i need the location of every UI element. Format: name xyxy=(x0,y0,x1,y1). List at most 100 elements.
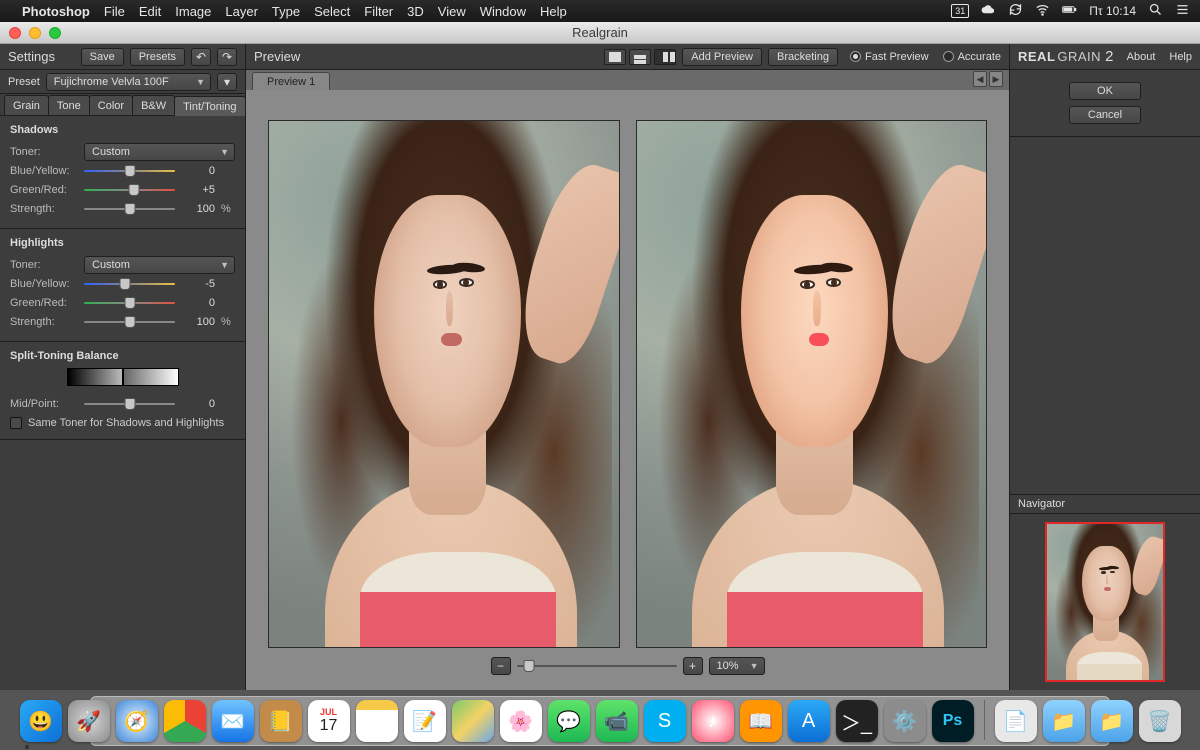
menu-type[interactable]: Type xyxy=(272,4,300,19)
zoom-dropdown[interactable]: 10%▼ xyxy=(709,657,765,675)
menubar-tray: 31 Πτ 10:14 xyxy=(951,2,1190,20)
chevron-down-icon: ▼ xyxy=(196,77,205,87)
dock-appstore[interactable]: A xyxy=(788,700,830,742)
dock-contacts[interactable]: 📒 xyxy=(260,700,302,742)
dock-mail[interactable]: ✉️ xyxy=(212,700,254,742)
menu-3d[interactable]: 3D xyxy=(407,4,424,19)
tab-color[interactable]: Color xyxy=(89,95,133,115)
tray-notifications-icon[interactable] xyxy=(1175,2,1190,20)
undo-button[interactable]: ↶ xyxy=(191,48,211,66)
shadows-gr-label: Green/Red: xyxy=(10,184,78,196)
shadows-toner-dropdown[interactable]: Custom▼ xyxy=(84,143,235,161)
app-name[interactable]: Photoshop xyxy=(22,4,90,19)
dock-folder-1[interactable]: 📁 xyxy=(1043,700,1085,742)
menu-filter[interactable]: Filter xyxy=(364,4,393,19)
dock-photos[interactable]: 🌸 xyxy=(500,700,542,742)
same-toner-label: Same Toner for Shadows and Highlights xyxy=(28,417,224,429)
layout-stack-icon[interactable] xyxy=(629,49,651,65)
menu-edit[interactable]: Edit xyxy=(139,4,161,19)
highlights-section: Highlights Toner: Custom▼ Blue/Yellow: -… xyxy=(0,229,245,342)
preview-image-after[interactable] xyxy=(636,120,988,648)
shadows-title: Shadows xyxy=(10,124,235,136)
help-link[interactable]: Help xyxy=(1169,51,1192,63)
preview-tab-next[interactable]: ▶ xyxy=(989,71,1003,87)
tab-tint-toning[interactable]: Tint/Toning xyxy=(174,96,245,116)
shadows-gr-slider[interactable] xyxy=(84,183,175,197)
highlights-str-slider[interactable] xyxy=(84,315,175,329)
dock-chrome[interactable] xyxy=(164,700,206,742)
menu-layer[interactable]: Layer xyxy=(225,4,258,19)
zoom-out-button[interactable]: − xyxy=(491,657,511,675)
checkbox-icon xyxy=(10,417,22,429)
preset-menu-button[interactable]: ▾ xyxy=(217,73,237,91)
tray-clock[interactable]: Πτ 10:14 xyxy=(1089,4,1136,18)
navigator-thumbnail[interactable] xyxy=(1045,522,1165,682)
highlight-toner-swatch[interactable] xyxy=(123,368,179,386)
shadows-str-slider[interactable] xyxy=(84,202,175,216)
highlights-str-label: Strength: xyxy=(10,316,78,328)
dock-launchpad[interactable]: 🚀 xyxy=(68,700,110,742)
dock-skype[interactable]: S xyxy=(644,700,686,742)
dock-finder[interactable]: 😃 xyxy=(20,700,62,742)
zoom-in-button[interactable]: + xyxy=(683,657,703,675)
tray-wifi-icon[interactable] xyxy=(1035,2,1050,20)
dock-terminal[interactable]: ＞_ xyxy=(836,700,878,742)
preview-tab-prev[interactable]: ◀ xyxy=(973,71,987,87)
layout-split-icon[interactable] xyxy=(654,49,676,65)
accurate-radio[interactable]: Accurate xyxy=(943,51,1001,63)
dock-photoshop[interactable]: Ps xyxy=(932,700,974,742)
dock-messages[interactable]: 💬 xyxy=(548,700,590,742)
tray-cloud-icon[interactable] xyxy=(981,2,996,20)
shadows-by-slider[interactable] xyxy=(84,164,175,178)
redo-button[interactable]: ↷ xyxy=(217,48,237,66)
about-link[interactable]: About xyxy=(1127,51,1156,63)
preview-image-before[interactable] xyxy=(268,120,620,648)
highlights-toner-dropdown[interactable]: Custom▼ xyxy=(84,256,235,274)
dock-reminders[interactable]: 📝 xyxy=(404,700,446,742)
menu-file[interactable]: File xyxy=(104,4,125,19)
preset-dropdown[interactable]: Fujichrome Velvla 100F▼ xyxy=(46,73,211,91)
dock-safari[interactable]: 🧭 xyxy=(116,700,158,742)
menu-help[interactable]: Help xyxy=(540,4,567,19)
dock-recent-doc[interactable]: 📄 xyxy=(995,700,1037,742)
dock-folder-2[interactable]: 📁 xyxy=(1091,700,1133,742)
ok-button[interactable]: OK xyxy=(1069,82,1141,100)
tab-bw[interactable]: B&W xyxy=(132,95,175,115)
dock-maps[interactable] xyxy=(452,700,494,742)
menu-window[interactable]: Window xyxy=(480,4,526,19)
bracketing-button[interactable]: Bracketing xyxy=(768,48,838,66)
dock-calendar[interactable]: JUL17 xyxy=(308,700,350,742)
tray-calendar-icon[interactable]: 31 xyxy=(951,4,969,18)
save-button[interactable]: Save xyxy=(81,48,124,66)
dock-system-preferences[interactable]: ⚙️ xyxy=(884,700,926,742)
shadow-toner-swatch[interactable] xyxy=(67,368,123,386)
fast-preview-radio[interactable]: Fast Preview xyxy=(850,51,929,63)
layout-single-icon[interactable] xyxy=(604,49,626,65)
same-toner-checkbox[interactable]: Same Toner for Shadows and Highlights xyxy=(10,417,235,429)
settings-tabs: Grain Tone Color B&W Tint/Toning xyxy=(0,94,245,116)
dock-itunes[interactable]: ♪ xyxy=(692,700,734,742)
menu-image[interactable]: Image xyxy=(175,4,211,19)
cancel-button[interactable]: Cancel xyxy=(1069,106,1141,124)
preview-tab-1[interactable]: Preview 1 xyxy=(252,72,330,90)
highlights-gr-slider[interactable] xyxy=(84,296,175,310)
tab-tone[interactable]: Tone xyxy=(48,95,90,115)
split-mid-slider[interactable] xyxy=(84,397,175,411)
menu-view[interactable]: View xyxy=(438,4,466,19)
tray-spotlight-icon[interactable] xyxy=(1148,2,1163,20)
tray-sync-icon[interactable] xyxy=(1008,2,1023,20)
menu-select[interactable]: Select xyxy=(314,4,350,19)
presets-button[interactable]: Presets xyxy=(130,48,185,66)
highlights-title: Highlights xyxy=(10,237,235,249)
highlights-by-slider[interactable] xyxy=(84,277,175,291)
add-preview-button[interactable]: Add Preview xyxy=(682,48,762,66)
dock-notes[interactable] xyxy=(356,700,398,742)
dock-ibooks[interactable]: 📖 xyxy=(740,700,782,742)
shadows-by-label: Blue/Yellow: xyxy=(10,165,78,177)
dock-facetime[interactable]: 📹 xyxy=(596,700,638,742)
zoom-slider[interactable] xyxy=(517,659,677,673)
tray-battery-icon[interactable] xyxy=(1062,2,1077,20)
dock-trash[interactable]: 🗑️ xyxy=(1139,700,1181,742)
window-title: Realgrain xyxy=(0,25,1200,40)
tab-grain[interactable]: Grain xyxy=(4,95,49,115)
